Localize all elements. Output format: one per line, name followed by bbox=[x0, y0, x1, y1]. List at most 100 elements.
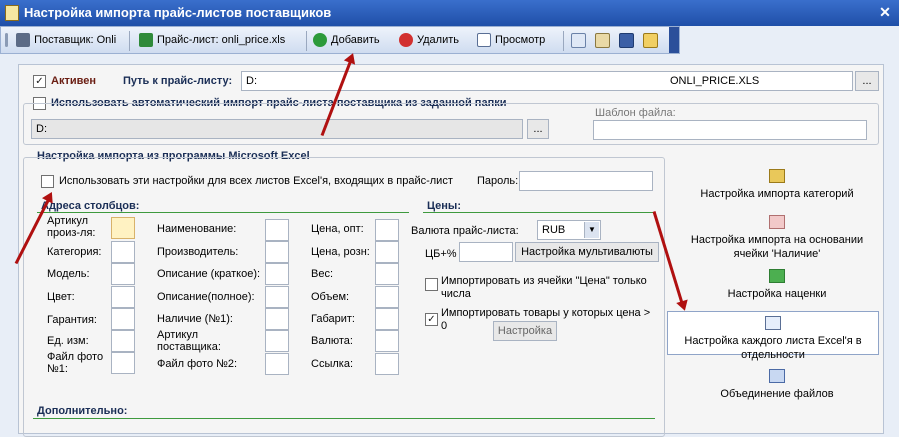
column-address-input[interactable] bbox=[265, 263, 289, 285]
add-icon bbox=[313, 33, 327, 48]
paste-icon[interactable] bbox=[595, 33, 610, 48]
column-address-input[interactable] bbox=[375, 353, 399, 375]
column-address-input[interactable] bbox=[111, 308, 135, 330]
import-numbers-label: Импортировать из ячейки "Цена" только чи… bbox=[441, 275, 647, 300]
toolbar: Поставщик: Onli Прайс-лист: onli_price.x… bbox=[0, 26, 680, 54]
column-address-input[interactable] bbox=[265, 286, 289, 308]
cb-percent-input[interactable] bbox=[459, 242, 513, 262]
path-input[interactable]: D: ONLI_PRICE.XLS bbox=[241, 71, 853, 91]
folder-icon[interactable] bbox=[643, 33, 658, 48]
copy-icon[interactable] bbox=[571, 33, 586, 48]
toolbar-divider bbox=[129, 31, 130, 51]
categories-import-button[interactable]: Настройка импорта категорий bbox=[677, 169, 877, 201]
add-label: Добавить bbox=[331, 34, 380, 46]
active-label: Активен bbox=[51, 75, 96, 87]
password-input[interactable] bbox=[519, 171, 653, 191]
column-address-input[interactable] bbox=[111, 217, 135, 239]
column-address-input[interactable] bbox=[111, 352, 135, 374]
prices-title: Цены: bbox=[427, 200, 461, 212]
column-address-input[interactable] bbox=[375, 286, 399, 308]
browse-folder-button[interactable]: ... bbox=[527, 119, 549, 139]
merge-files-icon bbox=[769, 369, 785, 383]
column-label: Гарантия: bbox=[47, 314, 97, 326]
auto-folder-value: D: bbox=[36, 123, 47, 135]
template-label: Шаблон файла: bbox=[595, 107, 676, 119]
column-address-input[interactable] bbox=[375, 308, 399, 330]
column-address-input[interactable] bbox=[111, 286, 135, 308]
save-icon[interactable] bbox=[619, 33, 634, 48]
currency-label: Валюта прайс-листа: bbox=[411, 225, 519, 237]
pricelist-dropdown[interactable]: Прайс-лист: onli_price.xls bbox=[139, 30, 285, 50]
markup-label: Настройка наценки bbox=[727, 288, 827, 300]
positive-settings-button[interactable]: Настройка bbox=[493, 321, 557, 341]
column-address-input[interactable] bbox=[265, 241, 289, 263]
price-tag-icon bbox=[769, 269, 785, 283]
column-label: Файл фото №1: bbox=[47, 351, 104, 375]
password-label: Пароль: bbox=[477, 175, 519, 187]
currency-select[interactable]: RUB ▼ bbox=[537, 220, 601, 240]
column-label: Описание(полное): bbox=[157, 291, 255, 303]
column-label: Цена, опт: bbox=[311, 223, 364, 235]
column-address-input[interactable] bbox=[375, 219, 399, 241]
chevron-down-icon[interactable]: ▼ bbox=[584, 222, 599, 238]
eraser-icon bbox=[769, 215, 785, 229]
column-label: Цена, розн: bbox=[311, 246, 370, 258]
column-label: Описание (краткое): bbox=[157, 268, 261, 280]
import-numbers-checkbox[interactable] bbox=[425, 278, 438, 291]
import-positive-checkbox[interactable]: ✓ bbox=[425, 313, 438, 326]
template-input[interactable] bbox=[593, 120, 867, 140]
column-label: Ед. изм: bbox=[47, 335, 89, 347]
supplier-label: Поставщик: Onli bbox=[34, 34, 117, 46]
all-sheets-checkbox[interactable] bbox=[41, 175, 54, 188]
delete-icon bbox=[399, 33, 413, 48]
active-checkbox[interactable]: ✓ bbox=[33, 75, 46, 88]
settings-panel: ✓ Активен Путь к прайс-листу: D: ONLI_PR… bbox=[18, 64, 884, 437]
columns-title: Адреса столбцов: bbox=[41, 200, 140, 212]
each-sheet-label: Настройка каждого листа Excel'я в отдель… bbox=[684, 335, 862, 361]
path-value-start: D: bbox=[246, 75, 257, 87]
app-icon bbox=[5, 5, 19, 21]
additional-title: Дополнительно: bbox=[37, 405, 128, 417]
column-label: Артикул произ-ля: bbox=[47, 215, 96, 239]
column-address-input[interactable] bbox=[375, 330, 399, 352]
table-icon bbox=[477, 33, 491, 48]
close-icon[interactable]: ✕ bbox=[877, 4, 893, 20]
toolbar-overflow[interactable] bbox=[669, 27, 679, 53]
merge-files-button[interactable]: Объединение файлов bbox=[677, 369, 877, 401]
additional-divider bbox=[33, 418, 655, 419]
column-address-input[interactable] bbox=[265, 330, 289, 352]
supplier-dropdown[interactable]: Поставщик: Onli bbox=[5, 30, 116, 50]
column-address-input[interactable] bbox=[265, 308, 289, 330]
markup-button[interactable]: Настройка наценки bbox=[677, 269, 877, 301]
column-address-input[interactable] bbox=[111, 241, 135, 263]
currency-value: RUB bbox=[542, 224, 566, 236]
column-address-input[interactable] bbox=[111, 263, 135, 285]
add-button[interactable]: Добавить bbox=[313, 30, 380, 50]
window-title: Настройка импорта прайс-листов поставщик… bbox=[24, 5, 332, 20]
toolbar-divider bbox=[563, 31, 564, 51]
column-address-input[interactable] bbox=[265, 353, 289, 375]
path-label: Путь к прайс-листу: bbox=[123, 75, 233, 87]
column-label: Валюта: bbox=[311, 335, 353, 347]
excel-icon bbox=[139, 33, 153, 48]
column-label: Производитель: bbox=[157, 246, 239, 258]
edit-icon bbox=[769, 169, 785, 183]
availability-import-button[interactable]: Настройка импорта на основании ячейки 'Н… bbox=[677, 215, 877, 261]
grip-icon bbox=[5, 33, 8, 48]
column-label: Объем: bbox=[311, 291, 350, 303]
supplier-icon bbox=[16, 33, 31, 48]
browse-path-button[interactable]: ... bbox=[855, 71, 879, 91]
multicurrency-button[interactable]: Настройка мультивалюты bbox=[515, 242, 659, 262]
delete-button[interactable]: Удалить bbox=[399, 30, 459, 50]
column-label: Наименование: bbox=[157, 223, 237, 235]
path-value-end: ONLI_PRICE.XLS bbox=[670, 75, 760, 87]
view-button[interactable]: Просмотр bbox=[477, 30, 545, 50]
auto-folder-input[interactable]: D: bbox=[31, 119, 523, 139]
column-address-input[interactable] bbox=[375, 263, 399, 285]
column-address-input[interactable] bbox=[265, 219, 289, 241]
column-address-input[interactable] bbox=[375, 241, 399, 263]
column-address-input[interactable] bbox=[111, 330, 135, 352]
each-sheet-button[interactable]: Настройка каждого листа Excel'я в отдель… bbox=[667, 311, 879, 361]
prices-divider bbox=[423, 212, 655, 213]
column-label: Габарит: bbox=[311, 313, 355, 325]
